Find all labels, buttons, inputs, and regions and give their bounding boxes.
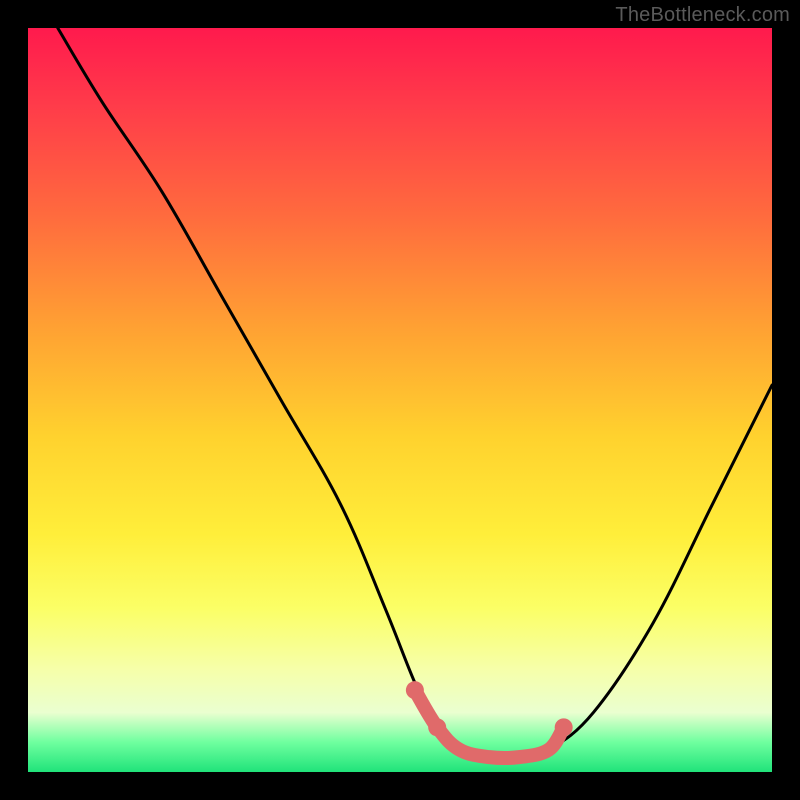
optimal-range-dot xyxy=(555,718,573,736)
curve-layer xyxy=(28,28,772,772)
plot-area xyxy=(28,28,772,772)
optimal-range-dot xyxy=(428,718,446,736)
chart-frame: TheBottleneck.com xyxy=(0,0,800,800)
optimal-range-dot xyxy=(406,681,424,699)
bottleneck-curve xyxy=(58,28,772,758)
watermark-text: TheBottleneck.com xyxy=(615,4,790,27)
